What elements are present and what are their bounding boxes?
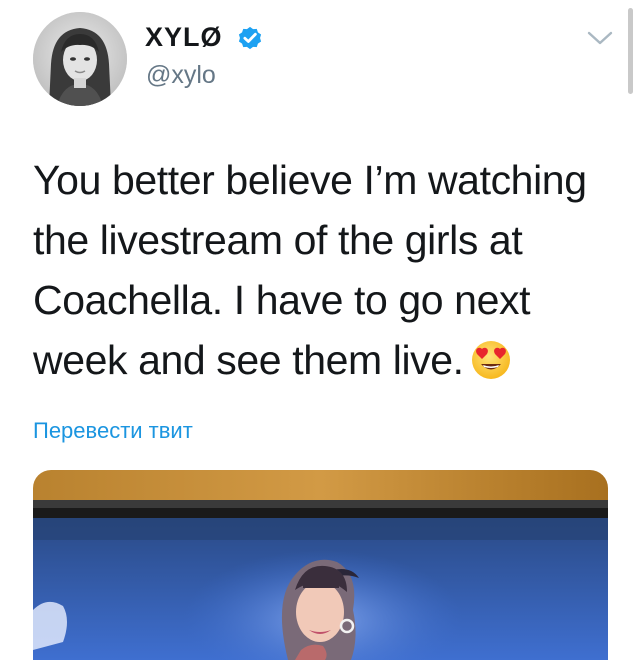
tweet-text: You better believe I’m watching the live… [33,150,623,390]
chevron-down-icon[interactable] [586,28,614,48]
avatar[interactable] [33,12,127,106]
tweet-card: XYLØ @xylo You better believe I’m watchi… [0,0,640,660]
tweet-text-line: the livestream of the girls at [33,217,523,263]
scrollbar[interactable] [628,8,633,94]
tweet-media-image[interactable] [33,470,608,660]
tweet-text-line: Coachella. I have to go next [33,277,531,323]
display-name[interactable]: XYLØ [145,22,223,53]
heart-eyes-emoji-icon [471,341,510,379]
tweet-text-line-last: week and see them live. [33,337,464,383]
user-handle[interactable]: @xylo [146,61,216,90]
tweet-text-line: week and see them live. [33,330,623,390]
tweet-text-line: You better believe I’m watching [33,157,587,203]
verified-badge-icon [238,26,262,50]
translate-tweet-link[interactable]: Перевести твит [33,418,193,444]
